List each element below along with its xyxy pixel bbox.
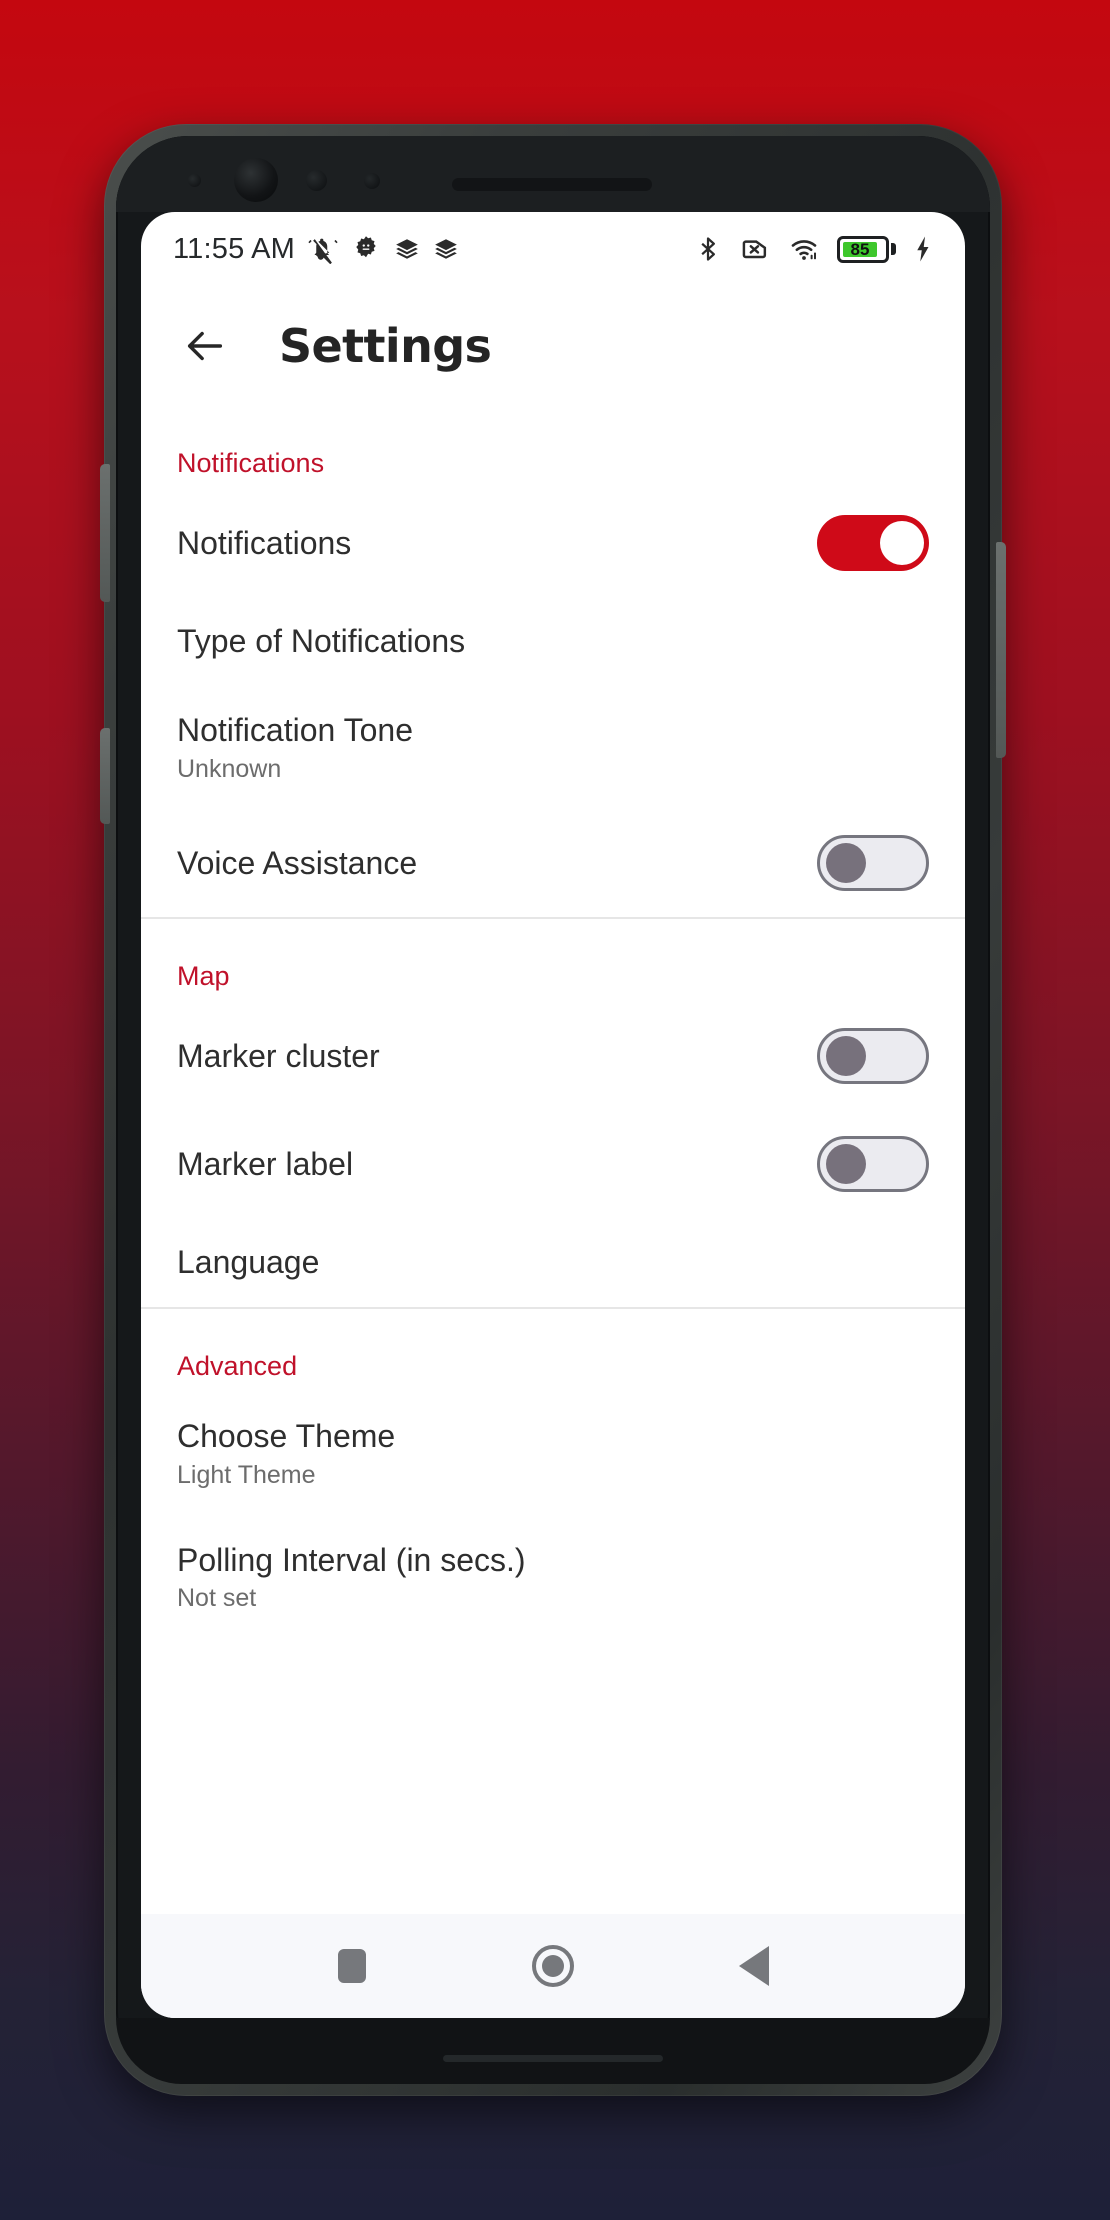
status-bar-right: 85 [694, 234, 933, 264]
setting-row-choose-theme[interactable]: Choose Theme Light Theme [141, 1392, 965, 1516]
section-map: Map Marker cluster Marker label Language [141, 917, 965, 1307]
section-advanced: Advanced Choose Theme Light Theme Pollin… [141, 1307, 965, 1639]
sensor-bar [116, 136, 990, 212]
back-button[interactable] [177, 318, 233, 374]
phone-chin [116, 2018, 990, 2084]
android-gear-icon [356, 236, 376, 258]
status-bar-clock: 11:55 AM [173, 232, 295, 265]
setting-row-type-of-notifications[interactable]: Type of Notifications [141, 597, 965, 686]
setting-title: Marker label [177, 1145, 354, 1182]
wifi-icon [791, 240, 817, 260]
setting-title: Marker cluster [177, 1037, 380, 1074]
marker-cluster-toggle[interactable] [817, 1028, 929, 1085]
home-circle-icon [531, 1945, 574, 1987]
setting-title: Polling Interval (in secs.) [177, 1541, 526, 1578]
setting-row-marker-label[interactable]: Marker label [141, 1110, 965, 1218]
section-header-notifications: Notifications [177, 448, 325, 478]
setting-title: Type of Notifications [177, 623, 466, 659]
setting-subtitle: Light Theme [177, 1460, 316, 1489]
battery-icon: 85 [837, 235, 896, 263]
android-nav-bar [141, 1914, 965, 2018]
ir-sensor-icon [364, 173, 380, 189]
status-bar-left: 11:55 AM [173, 233, 459, 266]
bottom-speaker-grille [443, 2055, 663, 2062]
setting-row-polling-interval[interactable]: Polling Interval (in secs.) Not set [141, 1516, 965, 1640]
back-nav-button[interactable] [718, 1930, 790, 2002]
front-camera-icon [234, 158, 278, 202]
voice-assistance-toggle[interactable] [817, 835, 929, 892]
app-bar: Settings [141, 286, 965, 406]
marker-label-toggle[interactable] [817, 1136, 929, 1193]
setting-title: Choose Theme [177, 1418, 396, 1455]
phone-frame: 11:55 AM 85 Settings Notifications Notif… [100, 124, 1006, 2096]
charging-bolt-icon [917, 236, 929, 262]
section-notifications: Notifications Notifications Type of Noti… [141, 406, 965, 917]
setting-row-notification-tone[interactable]: Notification Tone Unknown [141, 686, 965, 810]
setting-subtitle: Not set [177, 1584, 257, 1613]
volume-up-button[interactable] [100, 464, 110, 602]
setting-title: Notification Tone [177, 711, 413, 748]
vibrate-off-icon [308, 238, 338, 264]
no-sim-icon [742, 240, 767, 259]
setting-subtitle: Unknown [177, 754, 282, 783]
proximity-sensor-icon [306, 170, 327, 191]
bluetooth-icon [701, 237, 715, 261]
volume-down-button[interactable] [100, 728, 110, 824]
setting-row-language[interactable]: Language [141, 1218, 965, 1307]
notifications-toggle[interactable] [817, 515, 929, 571]
phone-screen: 11:55 AM 85 Settings Notifications Notif… [141, 212, 965, 2018]
section-header-advanced: Advanced [177, 1351, 298, 1382]
setting-row-notifications[interactable]: Notifications [141, 489, 965, 597]
settings-list: Notifications Notifications Type of Noti… [141, 406, 965, 1914]
page-title: Settings [279, 319, 492, 373]
recents-square-icon [337, 1949, 366, 1983]
layers-icon [435, 239, 457, 259]
status-bar: 11:55 AM 85 [141, 212, 965, 286]
layers-icon [396, 239, 418, 259]
back-triangle-icon [739, 1946, 770, 1986]
arrow-left-icon [187, 331, 223, 361]
setting-row-marker-cluster[interactable]: Marker cluster [141, 1002, 965, 1110]
section-header-map: Map [177, 961, 230, 992]
home-button[interactable] [517, 1930, 589, 2002]
setting-title: Notifications [177, 524, 352, 561]
setting-title: Voice Assistance [177, 844, 418, 881]
ambient-sensor-icon [188, 174, 201, 187]
phone-bezel: 11:55 AM 85 Settings Notifications Notif… [116, 136, 990, 2084]
battery-percent-label: 85 [850, 239, 870, 259]
earpiece-speaker [452, 178, 652, 191]
setting-title: Language [177, 1244, 320, 1281]
recents-button[interactable] [316, 1930, 388, 2002]
power-button[interactable] [996, 542, 1006, 758]
setting-row-voice-assistance[interactable]: Voice Assistance [141, 809, 965, 917]
